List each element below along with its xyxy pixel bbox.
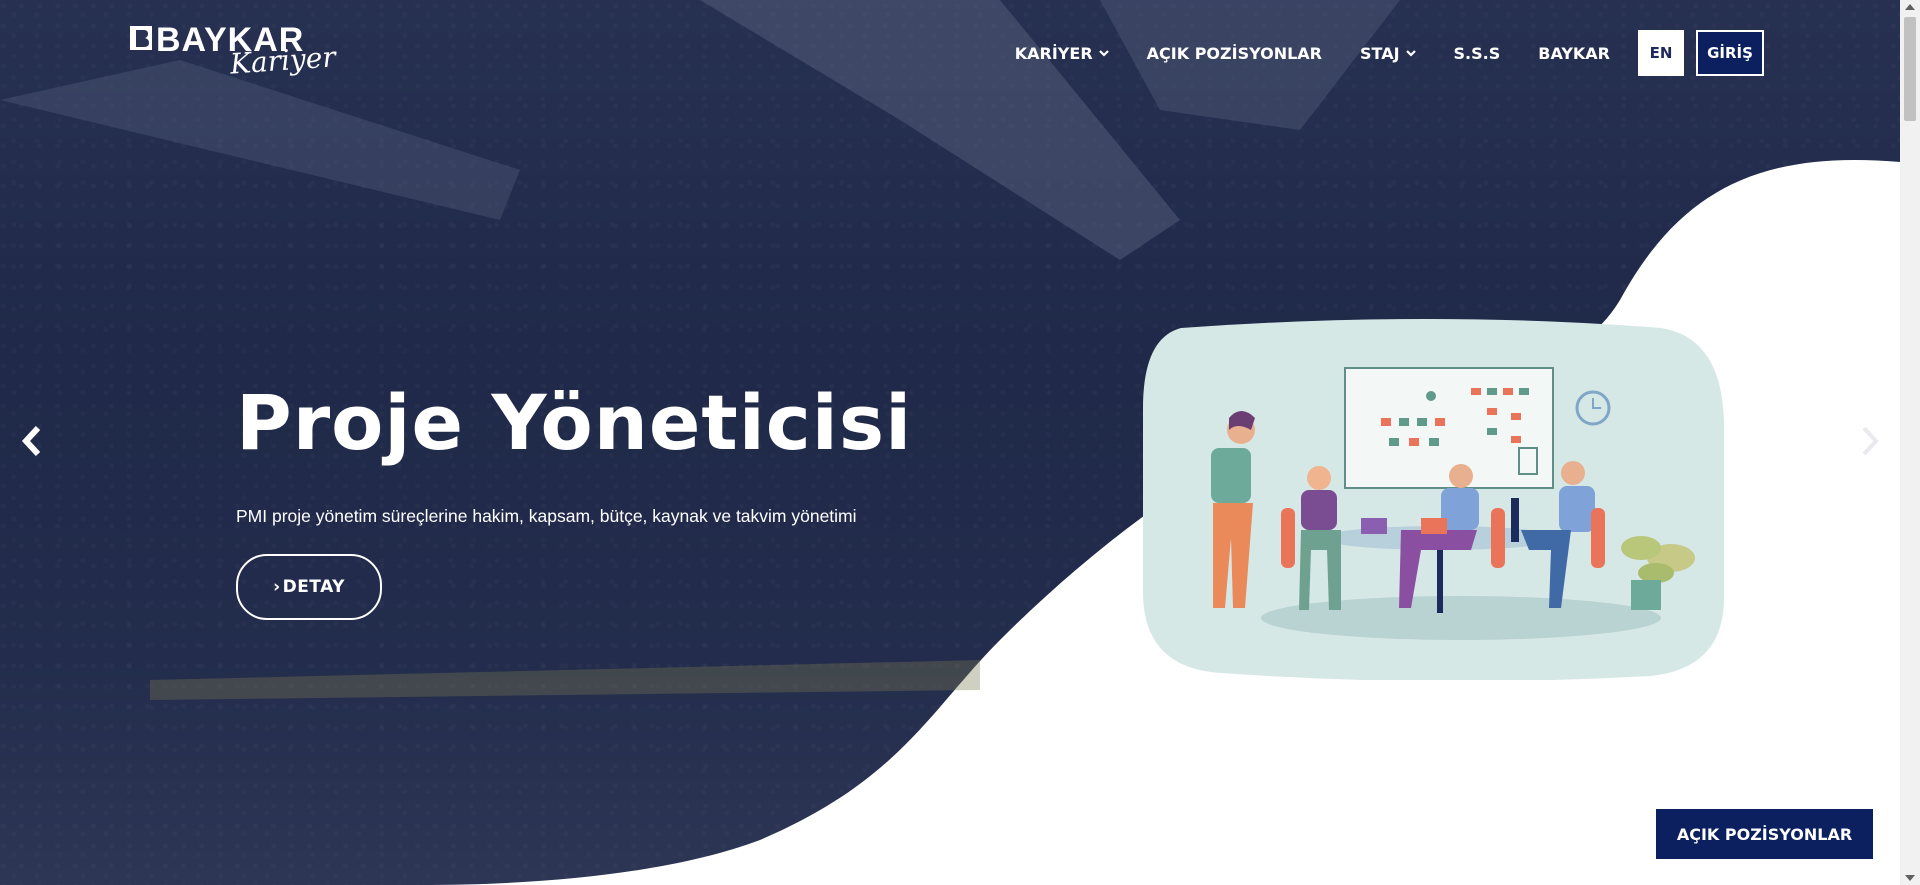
scroll-down-icon[interactable]	[1905, 875, 1915, 881]
nav-item-label: BAYKAR	[1538, 43, 1610, 63]
detail-button[interactable]: › DETAY	[236, 554, 382, 620]
baykar-logo-icon	[130, 26, 152, 50]
chevron-down-icon	[1405, 50, 1416, 57]
hero-section: BAYKAR Kariyer KARİYER AÇIK POZİSYONLAR …	[0, 0, 1900, 885]
nav-item-sss[interactable]: S.S.S	[1454, 44, 1501, 63]
detail-button-label: DETAY	[282, 577, 345, 597]
page-scrollbar[interactable]	[1900, 0, 1920, 885]
detail-arrow-icon: ›	[273, 577, 281, 597]
nav-item-kariyer[interactable]: KARİYER	[1015, 44, 1109, 63]
slide-title: Proje Yöneticisi	[236, 378, 913, 467]
main-nav: KARİYER AÇIK POZİSYONLAR STAJ S.S.S BAYK…	[977, 30, 1764, 76]
open-positions-button[interactable]: AÇIK POZİSYONLAR	[1656, 809, 1873, 859]
language-en-button[interactable]: EN	[1638, 30, 1684, 76]
nav-item-label: S.S.S	[1453, 43, 1501, 63]
nav-item-label: AÇIK POZİSYONLAR	[1146, 43, 1322, 63]
login-button[interactable]: GİRİŞ	[1696, 30, 1764, 76]
nav-item-baykar[interactable]: BAYKAR	[1538, 44, 1610, 63]
brand-script: Kariyer	[228, 40, 337, 81]
nav-item-label: STAJ	[1360, 43, 1400, 63]
carousel-next-button[interactable]	[1856, 424, 1882, 458]
nav-item-staj[interactable]: STAJ	[1360, 44, 1416, 63]
chevron-down-icon	[1098, 50, 1109, 57]
scroll-up-icon[interactable]	[1905, 4, 1915, 10]
carousel-prev-button[interactable]	[20, 424, 46, 458]
nav-item-acik-pozisyonlar[interactable]: AÇIK POZİSYONLAR	[1147, 44, 1322, 63]
slide-description: PMI proje yönetim süreçlerine hakim, kap…	[236, 506, 857, 526]
nav-item-label: KARİYER	[1014, 43, 1093, 63]
scrollbar-thumb[interactable]	[1904, 17, 1916, 121]
team-meeting-illustration	[1142, 319, 1724, 680]
